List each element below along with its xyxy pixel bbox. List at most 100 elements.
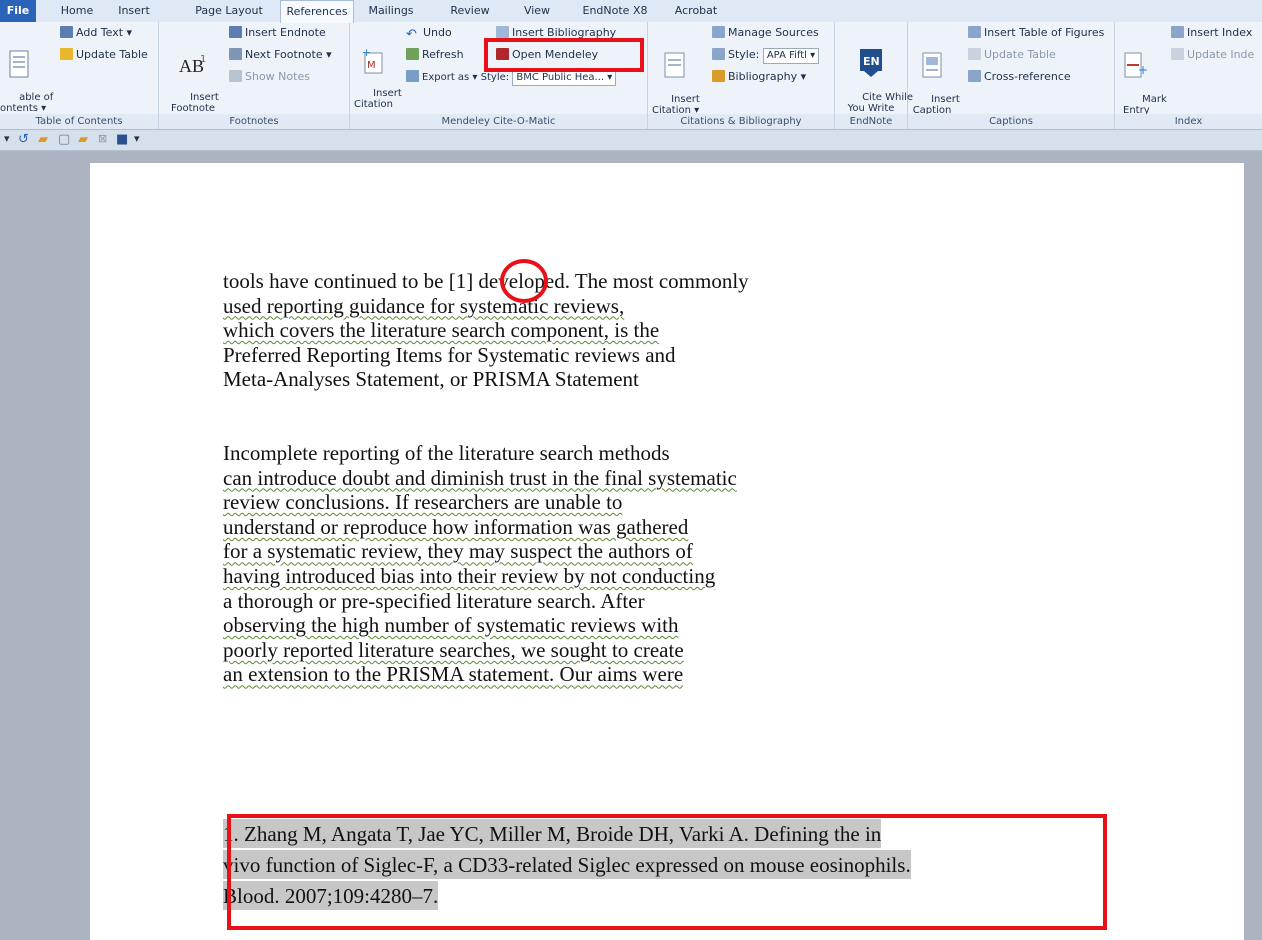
text-line: observing the high number of systematic … <box>223 613 679 638</box>
insert-footnote-label: Insert Footnote <box>171 92 219 114</box>
insert-index-icon <box>1171 26 1184 38</box>
qat-save-icon[interactable]: ■ <box>116 132 128 147</box>
add-text-label: Add Text ▾ <box>76 26 133 39</box>
group-label-captions: Captions <box>908 114 1114 129</box>
text-line: Preferred Reporting Items for Systematic… <box>223 342 676 367</box>
cite-while-you-write-button[interactable]: EN Cite While You Write <box>843 26 913 125</box>
text-line: a thorough or pre-specified literature s… <box>223 588 645 613</box>
text-line: understand or reproduce how information … <box>223 514 689 539</box>
group-captions: Insert Caption Insert Table of Figures U… <box>908 22 1115 129</box>
tab-references[interactable]: References <box>280 0 354 23</box>
captions-update-table-label: Update Table <box>984 48 1056 61</box>
undo-label: Undo <box>423 26 452 39</box>
qat-customize-icon[interactable]: ▾ <box>134 132 140 145</box>
cross-reference-button[interactable]: Cross-reference <box>968 70 1071 83</box>
group-citations-bibliography: Insert Citation ▾ Manage Sources Style: … <box>648 22 835 129</box>
insert-index-label: Insert Index <box>1187 26 1253 39</box>
group-label-index: Index <box>1115 114 1262 129</box>
tab-view[interactable]: View <box>518 0 556 22</box>
footnote-ab-icon: AB1 <box>179 54 206 76</box>
svg-text:EN: EN <box>863 55 880 68</box>
ribbon-tabs: File Home Insert Page Layout References … <box>0 0 1262 23</box>
captions-update-table-button[interactable]: Update Table <box>968 48 1056 61</box>
export-as-label: Export as ▾ <box>422 72 478 83</box>
mendeley-insert-citation-button[interactable]: M + Insert Citation <box>354 26 402 121</box>
tab-insert[interactable]: Insert <box>110 0 158 22</box>
insert-caption-label: Insert Caption <box>912 94 960 116</box>
text-line: Incomplete reporting of the literature s… <box>223 441 670 465</box>
insert-footnote-button[interactable]: AB 1 Insert Footnote <box>171 30 219 125</box>
insert-endnote-button[interactable]: Insert Endnote <box>229 26 326 39</box>
citation-style-row: Style: APA Fiftl ▾ <box>712 48 820 64</box>
insert-table-of-figures-button[interactable]: Insert Table of Figures <box>968 26 1104 39</box>
next-footnote-label: Next Footnote ▾ <box>245 48 332 61</box>
group-label-footnotes: Footnotes <box>159 114 349 129</box>
update-index-button[interactable]: Update Inde <box>1171 48 1254 61</box>
text-line: Meta-Analyses Statement, or PRISMA State… <box>223 367 639 392</box>
undo-button[interactable]: ↶ Undo <box>406 26 452 42</box>
group-table-of-contents: able of ontents ▾ Add Text ▾ Update Tabl… <box>0 22 159 129</box>
insert-citation-icon <box>664 52 685 78</box>
table-of-contents-label: able of ontents ▾ <box>0 92 54 114</box>
group-label-toc: Table of Contents <box>0 114 158 129</box>
svg-text:M: M <box>367 60 376 71</box>
svg-text:1: 1 <box>200 54 206 65</box>
refresh-icon <box>406 48 419 60</box>
qat-close-icon[interactable]: ⊠ <box>98 132 107 145</box>
insert-caption-icon <box>922 52 942 78</box>
text-line: having introduced bias into their review… <box>223 563 716 588</box>
paragraph-2: Incomplete reporting of the literature s… <box>223 441 737 687</box>
export-as-button[interactable]: Export as ▾ Style: BMC Public Hea... ▾ <box>406 70 617 86</box>
table-of-figures-icon <box>968 26 981 38</box>
undo-icon: ↶ <box>406 27 417 42</box>
mendeley-style-select[interactable]: BMC Public Hea... ▾ <box>512 70 617 86</box>
text-line: review conclusions. If researchers are u… <box>223 490 623 515</box>
next-footnote-button[interactable]: Next Footnote ▾ <box>229 48 332 61</box>
citation-style-select[interactable]: APA Fiftl ▾ <box>762 48 820 64</box>
add-text-button[interactable]: Add Text ▾ <box>60 26 132 39</box>
bibliography-button[interactable]: Bibliography ▾ <box>712 70 806 83</box>
qat-new-document-icon[interactable]: ▢ <box>58 132 70 147</box>
refresh-button[interactable]: Refresh <box>406 48 464 61</box>
citation-style-label: Style: <box>728 48 760 61</box>
cross-reference-icon <box>968 70 981 82</box>
tab-mailings[interactable]: Mailings <box>365 0 417 22</box>
group-index: + Mark Entry Insert Index Update Inde In… <box>1115 22 1262 129</box>
qat-undo-icon[interactable]: ↺ <box>18 132 29 147</box>
group-footnotes: AB 1 Insert Footnote Insert Endnote Next … <box>159 22 350 129</box>
tab-file[interactable]: File <box>0 0 36 22</box>
group-label-citations: Citations & Bibliography <box>648 114 834 129</box>
mark-entry-button[interactable]: + Mark Entry <box>1123 30 1167 127</box>
table-of-contents-button[interactable]: able of ontents ▾ <box>0 28 53 125</box>
qat-dropdown-icon[interactable]: ▾ <box>4 132 10 145</box>
tab-acrobat[interactable]: Acrobat <box>670 0 722 22</box>
bibliography-label: Bibliography ▾ <box>728 70 807 83</box>
paragraph-1: tools have continued to be [1] developed… <box>223 269 749 392</box>
update-index-label: Update Inde <box>1187 48 1255 61</box>
show-notes-icon <box>229 70 242 82</box>
toc-update-table-button[interactable]: Update Table <box>60 48 148 61</box>
show-notes-button[interactable]: Show Notes <box>229 70 310 83</box>
refresh-label: Refresh <box>422 48 464 61</box>
table-of-contents-icon <box>9 50 29 78</box>
manage-sources-button[interactable]: Manage Sources <box>712 26 819 39</box>
insert-index-button[interactable]: Insert Index <box>1171 26 1252 39</box>
insert-caption-button[interactable]: Insert Caption <box>912 30 960 127</box>
insert-endnote-label: Insert Endnote <box>245 26 326 39</box>
manage-sources-icon <box>712 26 725 38</box>
next-footnote-icon <box>229 48 242 60</box>
qat-open-folder-icon[interactable]: ▰ <box>38 132 48 147</box>
tab-home[interactable]: Home <box>55 0 99 22</box>
insert-citation-button[interactable]: Insert Citation ▾ <box>652 30 700 127</box>
bibliography-icon <box>712 70 725 82</box>
tab-page-layout[interactable]: Page Layout <box>190 0 268 22</box>
group-label-mendeley: Mendeley Cite-O-Matic <box>350 114 647 129</box>
svg-text:+: + <box>1138 63 1147 77</box>
highlight-insert-bibliography <box>484 38 644 72</box>
tab-review[interactable]: Review <box>447 0 493 22</box>
tab-endnote[interactable]: EndNote X8 <box>575 0 655 22</box>
text-line: used reporting guidance for systematic r… <box>223 293 625 318</box>
qat-folder-icon[interactable]: ▰ <box>78 132 88 147</box>
group-label-endnote: EndNote <box>835 114 907 129</box>
manage-sources-label: Manage Sources <box>728 26 819 39</box>
